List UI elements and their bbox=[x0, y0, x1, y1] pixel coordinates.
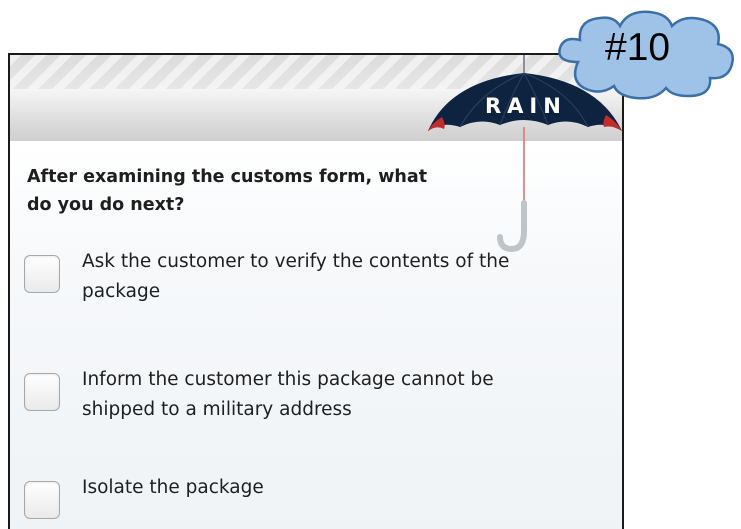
answer-option-1[interactable]: Ask the customer to verify the contents … bbox=[24, 247, 584, 307]
answer-checkbox-2[interactable] bbox=[24, 373, 60, 411]
answer-checkbox-3[interactable] bbox=[24, 481, 60, 519]
question-number-badge: #10 bbox=[605, 26, 671, 69]
quiz-card: RAIN After examining the customs form, w… bbox=[8, 53, 624, 529]
answer-label-1: Ask the customer to verify the contents … bbox=[82, 251, 510, 302]
answer-option-3[interactable]: Isolate the package bbox=[24, 473, 584, 519]
answer-checkbox-1[interactable] bbox=[24, 255, 60, 293]
question-text: After examining the customs form, what d… bbox=[27, 167, 428, 215]
screen: RAIN After examining the customs form, w… bbox=[0, 0, 741, 529]
answer-label-3: Isolate the package bbox=[82, 477, 264, 498]
answer-option-2[interactable]: Inform the customer this package cannot … bbox=[24, 365, 584, 425]
answer-label-2: Inform the customer this package cannot … bbox=[82, 369, 494, 420]
